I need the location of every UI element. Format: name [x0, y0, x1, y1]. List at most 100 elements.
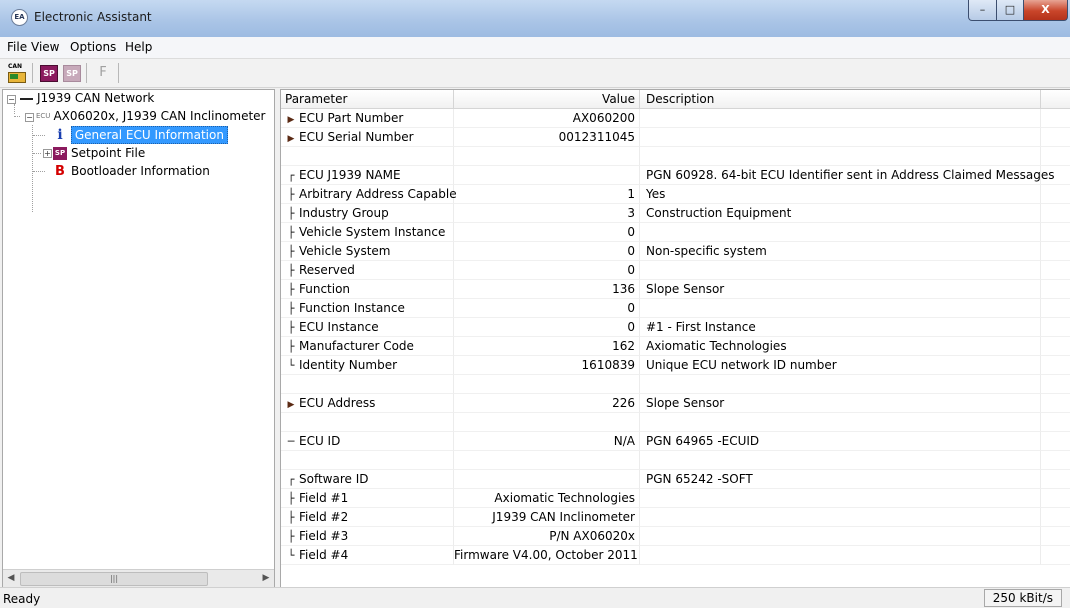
parameter-cell: ├ Function: [281, 280, 454, 299]
setpoint-save-icon[interactable]: SP: [62, 63, 82, 83]
tree-node-bootloader[interactable]: B Bootloader Information: [53, 163, 210, 180]
can-connect-icon[interactable]: CAN: [7, 63, 27, 83]
parameter-cell: ├ Field #3: [281, 527, 454, 546]
description-cell: Yes: [640, 185, 1041, 204]
table-row[interactable]: ├ Manufacturer Code 162 Axiomatic Technolog…: [281, 337, 1070, 356]
branch-icon: ├: [287, 492, 295, 505]
filler-cell: [1041, 185, 1070, 204]
setpoint-open-icon[interactable]: SP: [39, 63, 59, 83]
table-row[interactable]: ▶ ECU Serial Number 0012311045: [281, 128, 1070, 147]
table-row[interactable]: ┌ ECU J1939 NAME PGN 60928. 64-bit ECU Ide…: [281, 166, 1070, 185]
value-cell: [454, 413, 640, 432]
toolbar-separator: [86, 63, 87, 83]
title-bar: EA Electronic Assistant – □ X: [0, 0, 1070, 38]
table-row[interactable]: ┌ Software ID PGN 65242 -SOFT: [281, 470, 1070, 489]
filler-cell: [1041, 109, 1070, 128]
table-row[interactable]: ├ Function 136 Slope Sensor: [281, 280, 1070, 299]
value-cell: 0: [454, 223, 640, 242]
parameter-cell: └ Identity Number: [281, 356, 454, 375]
maximize-button[interactable]: □: [996, 0, 1024, 21]
table-row[interactable]: ├ Arbitrary Address Capable 1 Yes: [281, 185, 1070, 204]
description-cell: Axiomatic Technologies: [640, 337, 1041, 356]
parameter-cell: ├ Function Instance: [281, 299, 454, 318]
description-cell: PGN 65242 -SOFT: [640, 470, 1041, 489]
filler-cell: [1041, 394, 1070, 413]
tree-node-general-ecu-info[interactable]: i General ECU Information: [53, 126, 228, 144]
collapse-root-icon[interactable]: −: [7, 95, 16, 104]
table-row[interactable]: ─ ECU ID N/A PGN 64965 -ECUID: [281, 432, 1070, 451]
parameter-grid: Parameter Value Description ▶ ECU Part Nu…: [280, 89, 1070, 587]
tree-node-setpoint-file[interactable]: SP Setpoint File: [53, 145, 145, 162]
scroll-left-arrow-icon[interactable]: ◀: [3, 570, 19, 587]
table-row[interactable]: ├ Reserved 0: [281, 261, 1070, 280]
table-row[interactable]: ├ Function Instance 0: [281, 299, 1070, 318]
table-row[interactable]: ├ Vehicle System Instance 0: [281, 223, 1070, 242]
header-description[interactable]: Description: [640, 90, 1041, 108]
branch-icon: ├: [287, 511, 295, 524]
tree-node-ecu[interactable]: ECU AX06020x, J1939 CAN Inclinometer: [36, 108, 266, 125]
toolbar-separator: [118, 63, 119, 83]
tree-node-network[interactable]: J1939 CAN Network: [20, 90, 154, 107]
minimize-button[interactable]: –: [968, 0, 997, 21]
table-row[interactable]: ├ ECU Instance 0 #1 - First Instance: [281, 318, 1070, 337]
table-row[interactable]: ├ Field #1 Axiomatic Technologies: [281, 489, 1070, 508]
parameter-cell: [281, 375, 454, 394]
filler-cell: [1041, 242, 1070, 261]
value-cell: 1610839: [454, 356, 640, 375]
filler-cell: [1041, 299, 1070, 318]
value-cell: [454, 375, 640, 394]
menu-options[interactable]: Options: [70, 40, 116, 54]
parameter-label: Industry Group: [299, 206, 389, 220]
toolbar: CAN SP SP F: [0, 59, 1070, 88]
branch-icon: ├: [287, 340, 295, 353]
parameter-label: Function Instance: [299, 301, 405, 315]
header-value[interactable]: Value: [454, 90, 640, 108]
table-row[interactable]: └ Field #4 Firmware V4.00, October 2011: [281, 546, 1070, 565]
table-row[interactable]: ├ Industry Group 3 Construction Equipment: [281, 204, 1070, 223]
filler-cell: [1041, 356, 1070, 375]
horizontal-scrollbar[interactable]: ◀ ||| ▶: [3, 569, 274, 587]
parameter-label: Reserved: [299, 263, 355, 277]
scroll-thumb[interactable]: |||: [20, 572, 208, 586]
network-line-icon: [20, 97, 33, 100]
scroll-right-arrow-icon[interactable]: ▶: [258, 570, 274, 587]
table-row[interactable]: ├ Vehicle System 0 Non-specific system: [281, 242, 1070, 261]
menu-file[interactable]: File: [7, 40, 27, 54]
flash-icon[interactable]: F: [93, 63, 113, 83]
menu-bar: File View Options Help: [0, 37, 1070, 59]
table-row[interactable]: └ Identity Number 1610839 Unique ECU networ…: [281, 356, 1070, 375]
description-cell: [640, 128, 1041, 147]
description-cell: [640, 147, 1041, 166]
filler-cell: [1041, 413, 1070, 432]
table-row[interactable]: ├ Field #3 P/N AX06020x: [281, 527, 1070, 546]
parameter-label: Field #3: [299, 529, 349, 543]
close-button[interactable]: X: [1023, 0, 1068, 21]
parameter-label: Arbitrary Address Capable: [299, 187, 457, 201]
table-row[interactable]: [281, 413, 1070, 432]
description-cell: Slope Sensor: [640, 280, 1041, 299]
parameter-label: Manufacturer Code: [299, 339, 414, 353]
parameter-cell: ▶ ECU Serial Number: [281, 128, 454, 147]
table-row[interactable]: ├ Field #2 J1939 CAN Inclinometer: [281, 508, 1070, 527]
description-cell: Construction Equipment: [640, 204, 1041, 223]
toolbar-separator: [32, 63, 33, 83]
collapse-ecu-icon[interactable]: −: [25, 113, 34, 122]
table-row[interactable]: ▶ ECU Part Number AX060200: [281, 109, 1070, 128]
parameter-cell: ▶ ECU Address: [281, 394, 454, 413]
description-cell: [640, 527, 1041, 546]
parameter-label: Vehicle System Instance: [299, 225, 446, 239]
expand-setpoint-icon[interactable]: +: [43, 149, 52, 158]
value-cell: 226: [454, 394, 640, 413]
filler-cell: [1041, 128, 1070, 147]
table-row[interactable]: [281, 451, 1070, 470]
menu-help[interactable]: Help: [125, 40, 152, 54]
table-row[interactable]: [281, 375, 1070, 394]
table-row[interactable]: ▶ ECU Address 226 Slope Sensor: [281, 394, 1070, 413]
parameter-label: Field #2: [299, 510, 349, 524]
table-row[interactable]: [281, 147, 1070, 166]
menu-view[interactable]: View: [31, 40, 59, 54]
filler-cell: [1041, 527, 1070, 546]
branch-icon: ├: [287, 207, 295, 220]
header-parameter[interactable]: Parameter: [281, 90, 454, 108]
parameter-cell: ┌ ECU J1939 NAME: [281, 166, 454, 185]
